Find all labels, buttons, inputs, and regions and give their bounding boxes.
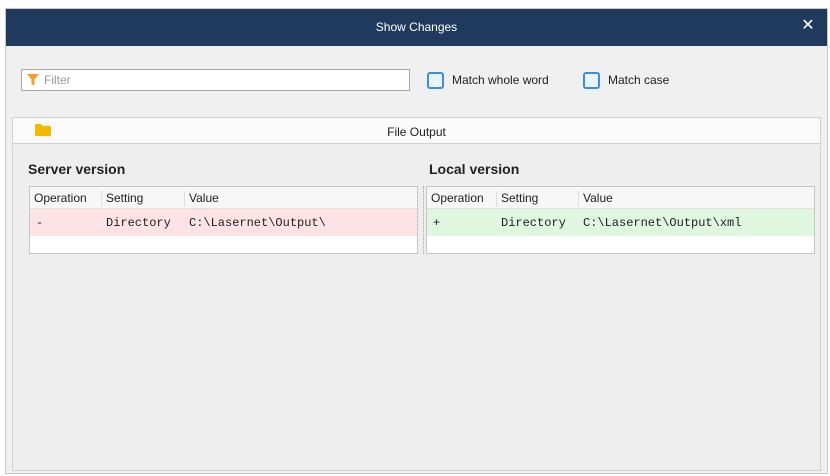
table-row[interactable]: + Directory C:\Lasernet\Output\xml bbox=[427, 209, 814, 236]
filter-input[interactable] bbox=[44, 72, 404, 88]
pane-splitter[interactable] bbox=[423, 186, 425, 254]
section-title: File Output bbox=[387, 125, 446, 139]
table-row[interactable]: - Directory C:\Lasernet\Output\ bbox=[30, 209, 417, 236]
show-changes-dialog: Show Changes ✕ Match whole word Match ca… bbox=[5, 8, 828, 474]
table-header: Operation Setting Value bbox=[30, 187, 417, 209]
cell-operation: - bbox=[36, 216, 44, 230]
column-header-operation[interactable]: Operation bbox=[427, 191, 484, 207]
match-case-option[interactable]: Match case bbox=[583, 70, 669, 90]
server-version-table[interactable]: Operation Setting Value - Directory C:\L… bbox=[29, 186, 418, 254]
toolbar: Match whole word Match case bbox=[6, 46, 827, 116]
match-whole-word-checkbox[interactable] bbox=[427, 71, 444, 89]
column-header-setting[interactable]: Setting bbox=[101, 191, 143, 207]
server-version-title: Server version bbox=[28, 161, 126, 177]
column-header-operation[interactable]: Operation bbox=[30, 191, 87, 207]
close-icon[interactable]: ✕ bbox=[799, 16, 817, 36]
dialog-title: Show Changes bbox=[375, 20, 458, 34]
cell-value: C:\Lasernet\Output\ bbox=[189, 216, 326, 230]
title-bar[interactable]: Show Changes ✕ bbox=[6, 9, 827, 46]
comparison-area: Server version Operation Setting Value -… bbox=[12, 145, 821, 471]
column-header-value[interactable]: Value bbox=[184, 191, 219, 207]
cell-setting: Directory bbox=[501, 216, 566, 230]
filter-icon bbox=[27, 74, 39, 86]
match-whole-word-option[interactable]: Match whole word bbox=[427, 70, 549, 90]
cell-setting: Directory bbox=[106, 216, 171, 230]
local-version-title: Local version bbox=[429, 161, 520, 177]
cell-value: C:\Lasernet\Output\xml bbox=[583, 216, 742, 230]
cell-operation: + bbox=[433, 216, 441, 230]
local-version-table[interactable]: Operation Setting Value + Directory C:\L… bbox=[426, 186, 815, 254]
section-header[interactable]: File Output bbox=[12, 117, 821, 144]
column-header-value[interactable]: Value bbox=[578, 191, 613, 207]
table-header: Operation Setting Value bbox=[427, 187, 814, 209]
match-whole-word-label[interactable]: Match whole word bbox=[452, 73, 549, 87]
column-header-setting[interactable]: Setting bbox=[496, 191, 538, 207]
match-case-label[interactable]: Match case bbox=[608, 73, 669, 87]
match-case-checkbox[interactable] bbox=[583, 71, 600, 89]
filter-box[interactable] bbox=[21, 69, 410, 91]
